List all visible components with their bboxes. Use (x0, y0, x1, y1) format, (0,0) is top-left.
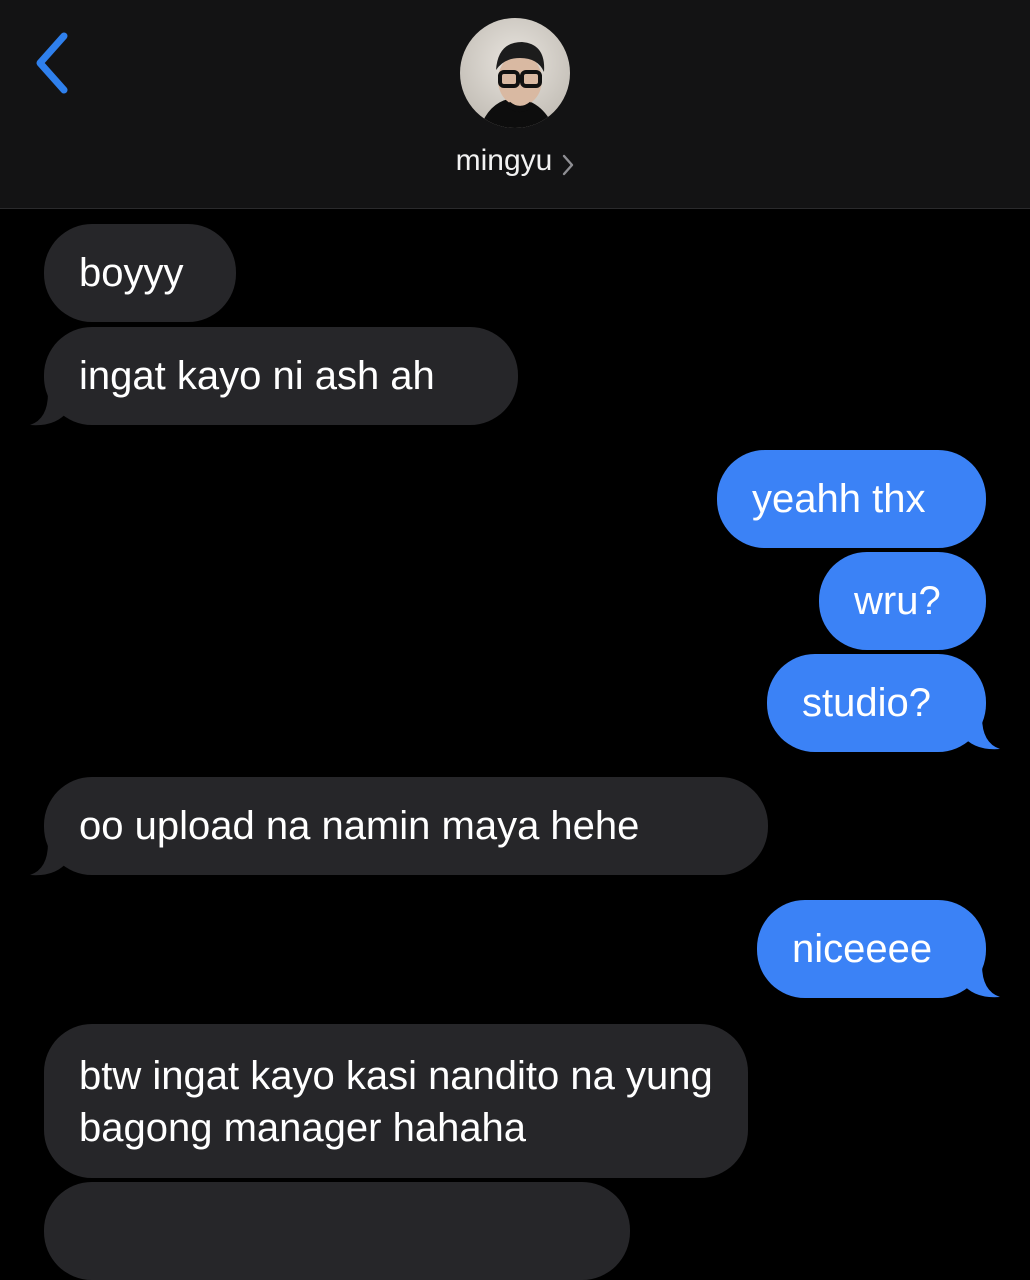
message-bubble-incoming[interactable]: oo upload na namin maya hehe (44, 777, 768, 875)
conversation-header: mingyu (0, 0, 1030, 209)
bubble-tail (30, 393, 68, 426)
message-text: wru? (854, 579, 941, 623)
chevron-left-icon (36, 32, 68, 94)
chevron-right-icon (562, 148, 574, 176)
message-text: boyyy (79, 251, 184, 295)
bubble-tail (30, 843, 68, 876)
message-text: oo upload na namin maya hehe (79, 804, 640, 848)
back-button[interactable] (30, 30, 74, 96)
message-bubble-outgoing[interactable]: yeahh thx (717, 450, 986, 548)
message-text: yeahh thx (752, 477, 926, 521)
message-bubble-incoming-partial[interactable] (44, 1182, 630, 1280)
bubble-tail (962, 965, 1000, 998)
message-bubble-outgoing[interactable]: niceeee (757, 900, 986, 998)
contact-name: mingyu (455, 144, 553, 177)
bubble-tail (962, 717, 1000, 750)
message-bubble-outgoing[interactable]: studio? (767, 654, 986, 752)
message-bubble-outgoing[interactable]: wru? (819, 552, 986, 650)
message-thread[interactable]: boyyy ingat kayo ni ash ah yeahh thx wru… (0, 209, 1030, 1280)
avatar[interactable] (460, 18, 570, 128)
message-bubble-incoming[interactable]: boyyy (44, 224, 236, 322)
message-bubble-incoming[interactable]: btw ingat kayo kasi nandito na yung bago… (44, 1024, 748, 1178)
contact-name-button[interactable]: mingyu (0, 141, 1030, 181)
message-text: studio? (802, 681, 931, 725)
message-text: niceeee (792, 927, 933, 971)
message-text: ingat kayo ni ash ah (79, 354, 435, 398)
message-text: btw ingat kayo kasi nandito na yung bago… (79, 1054, 713, 1150)
message-bubble-incoming[interactable]: ingat kayo ni ash ah (44, 327, 518, 425)
